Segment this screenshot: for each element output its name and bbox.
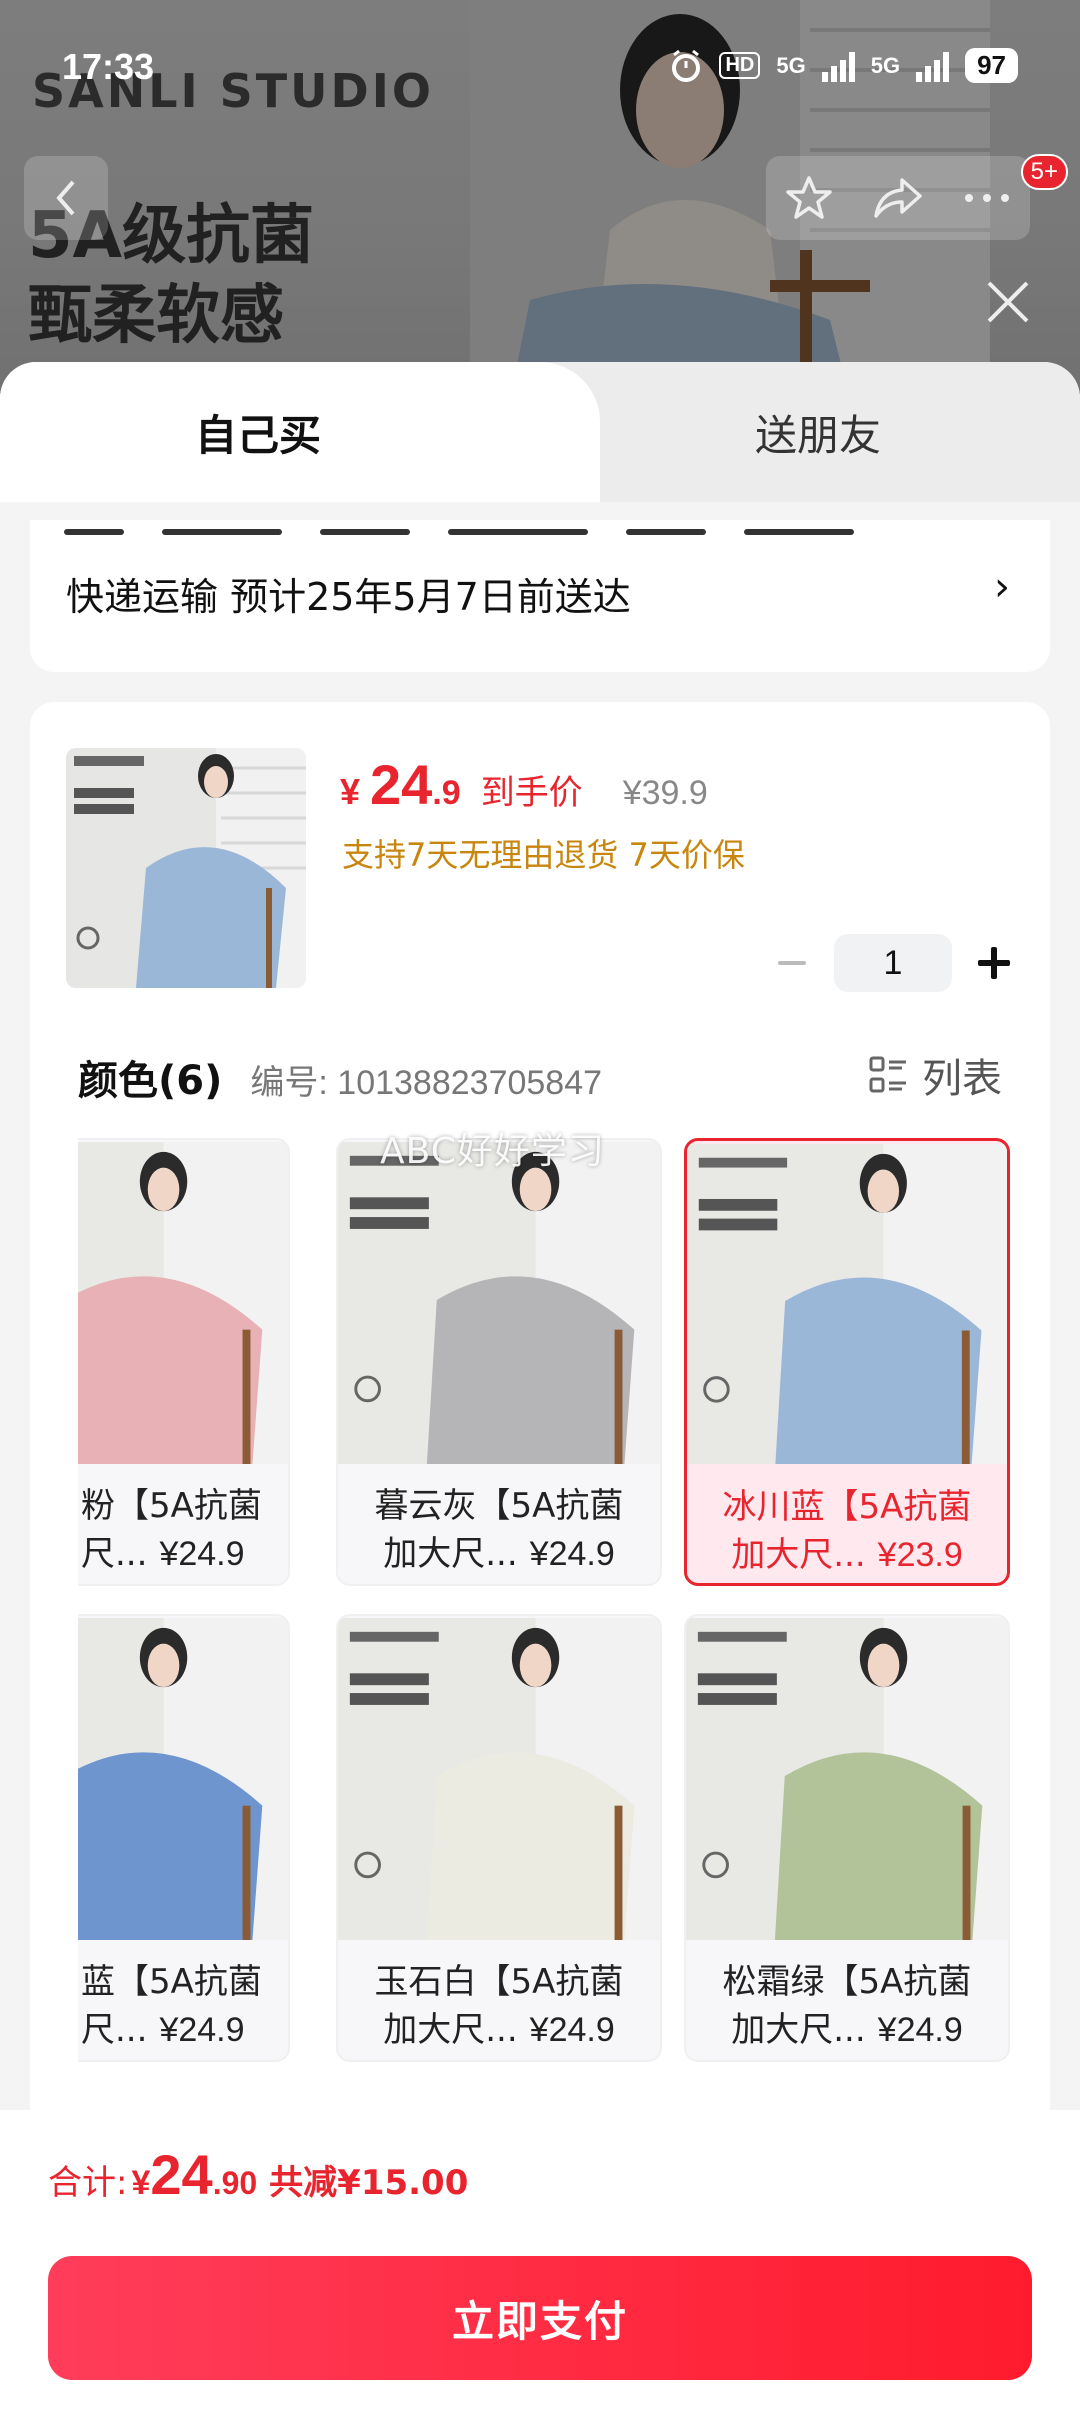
- back-button[interactable]: [24, 156, 108, 240]
- tab-buy-for-self[interactable]: 自己买: [0, 362, 556, 502]
- close-icon: [987, 281, 1029, 323]
- color-option-size: 尺...: [81, 1534, 148, 1574]
- increase-quantity-button[interactable]: [974, 943, 1014, 983]
- alarm-icon: [672, 49, 701, 82]
- tab-send-to-friend-label: 送朋友: [754, 410, 881, 460]
- color-option-sub: 加大尺... ¥24.9: [338, 1526, 660, 1575]
- status-time: 17:33: [62, 46, 155, 87]
- delivery-row[interactable]: 快递运输 预计25年5月7日前送达 ›: [30, 520, 1050, 672]
- total-currency: ¥: [131, 2164, 151, 2202]
- color-option-image: [338, 1618, 660, 1940]
- tab-send-to-friend[interactable]: 送朋友: [556, 362, 1080, 502]
- color-option-pine-green[interactable]: 松霜绿【5A抗菌 加大尺... ¥24.9: [684, 1614, 1010, 2062]
- signal-1-icon: [821, 50, 855, 82]
- list-view-toggle[interactable]: 列表: [868, 1046, 1002, 1104]
- chevron-right-icon: ›: [994, 564, 1010, 610]
- price-integer: 24: [370, 753, 433, 816]
- color-option-name: 冰川蓝【5A抗菌: [722, 1487, 972, 1527]
- pay-now-label: 立即支付: [451, 2296, 628, 2346]
- checkout-footer: 合计: ¥ 24 .90 共减¥15.00 立即支付: [0, 2110, 1080, 2412]
- color-option-sub: 加大尺... ¥24.9: [686, 2002, 1008, 2051]
- more-icon[interactable]: [963, 192, 1011, 204]
- color-option-size: 尺...: [81, 2010, 148, 2050]
- color-option-blue[interactable]: 蓝【5A抗菌 尺... ¥24.9: [78, 1614, 290, 2062]
- color-option-price: ¥24.9: [529, 2011, 615, 2049]
- price-currency: ¥: [340, 771, 361, 812]
- color-option-pink[interactable]: 粉【5A抗菌 尺... ¥24.9: [78, 1138, 290, 1586]
- color-option-size: 加大尺...: [383, 2010, 518, 2050]
- chevron-left-icon: [56, 180, 75, 216]
- final-price-label: 到手价: [480, 773, 583, 813]
- tab-buy-for-self-label: 自己买: [194, 410, 321, 460]
- color-option-price: ¥24.9: [529, 1535, 615, 1573]
- list-view-label: 列表: [922, 1056, 1002, 1102]
- scrolled-text-fragment: [64, 520, 934, 538]
- color-option-image: [78, 1142, 288, 1464]
- close-sheet-button[interactable]: [978, 272, 1038, 332]
- color-option-price: ¥23.9: [877, 1536, 963, 1574]
- color-option-price: ¥24.9: [877, 2011, 963, 2049]
- color-option-glacier-blue[interactable]: 冰川蓝【5A抗菌 加大尺... ¥23.9: [684, 1138, 1010, 1586]
- color-option-price: ¥24.9: [159, 1535, 245, 1573]
- color-option-name: 玉石白【5A抗菌: [374, 1962, 624, 2002]
- quantity-stepper: 1: [772, 934, 1014, 992]
- color-option-name: 松霜绿【5A抗菌: [722, 1962, 972, 2002]
- color-option-sub: 尺... ¥24.9: [78, 2002, 288, 2051]
- original-price: ¥39.9: [622, 774, 708, 812]
- color-option-image: [687, 1144, 1007, 1464]
- color-option-price: ¥24.9: [159, 2011, 245, 2049]
- network-1-label: 5G: [776, 52, 806, 78]
- color-option-sub: 加大尺... ¥24.9: [338, 2002, 660, 2051]
- color-option-image: [686, 1618, 1008, 1940]
- color-option-size: 加大尺...: [731, 2010, 866, 2050]
- color-option-size: 加大尺...: [383, 1534, 518, 1574]
- price-row: ¥ 24 .9 到手价 ¥39.9: [340, 752, 708, 817]
- color-header: 颜色(6) 编号: 10138823705847: [78, 1048, 602, 1106]
- promo-text: 支持7天无理由退货 7天价保: [342, 836, 745, 874]
- network-2-label: 5G: [870, 52, 901, 78]
- hd-voice-icon: HD: [719, 52, 761, 79]
- sku-number: 编号: 10138823705847: [250, 1064, 603, 1102]
- color-option-size: 加大尺...: [731, 1535, 866, 1575]
- decrease-quantity-button[interactable]: [772, 943, 812, 983]
- star-icon[interactable]: [785, 174, 833, 222]
- list-icon: [869, 1056, 906, 1093]
- color-option-sub: 尺... ¥24.9: [78, 1526, 288, 1575]
- delivery-info: 快递运输 预计25年5月7日前送达: [66, 575, 631, 619]
- signal-2-icon: [916, 50, 950, 82]
- quantity-value[interactable]: 1: [834, 934, 952, 992]
- color-option-gray[interactable]: 暮云灰【5A抗菌 加大尺... ¥24.9: [336, 1138, 662, 1586]
- share-icon[interactable]: [872, 174, 924, 222]
- page-actions: [766, 156, 1030, 240]
- color-title: 颜色(6): [78, 1058, 223, 1104]
- purchase-sheet: 自己买 送朋友 快递运输 预计25年5月7日前送达 › ¥ 24 .9 到手价 …: [0, 362, 1080, 2412]
- price-decimal: .9: [432, 774, 461, 812]
- status-bar: 17:33 HD 5G 5G 97: [0, 40, 1080, 100]
- color-option-image: [338, 1142, 660, 1464]
- color-option-image: [78, 1618, 288, 1940]
- battery-icon: 97: [965, 48, 1018, 83]
- total-label: 合计:: [48, 2163, 128, 2203]
- discount-total: 共减¥15.00: [269, 2163, 469, 2203]
- color-option-name: 暮云灰【5A抗菌: [374, 1486, 624, 1526]
- status-icons: HD 5G 5G 97: [669, 48, 1018, 83]
- notification-badge: 5+: [1020, 154, 1068, 190]
- color-option-name: 粉【5A抗菌: [81, 1486, 262, 1526]
- color-option-jade-white[interactable]: 玉石白【5A抗菌 加大尺... ¥24.9: [336, 1614, 662, 2062]
- pay-now-button[interactable]: 立即支付: [48, 2256, 1032, 2380]
- watermark-text: ABC好好学习: [380, 1131, 605, 1172]
- color-option-name: 蓝【5A抗菌: [81, 1962, 262, 2002]
- total-summary: 合计: ¥ 24 .90 共减¥15.00: [48, 2142, 468, 2207]
- total-decimal: .90: [212, 2165, 258, 2201]
- product-thumbnail[interactable]: [66, 748, 306, 988]
- color-option-sub: 加大尺... ¥23.9: [687, 1527, 1007, 1576]
- color-grid: 粉【5A抗菌 尺... ¥24.9 暮云灰【5A抗菌 加大尺... ¥24.9 冰川…: [78, 1138, 1018, 2098]
- purchase-tabs: 自己买 送朋友: [0, 362, 1080, 502]
- product-card: ¥ 24 .9 到手价 ¥39.9 支持7天无理由退货 7天价保 1 颜色(6)…: [30, 702, 1050, 2202]
- total-integer: 24: [150, 2143, 213, 2206]
